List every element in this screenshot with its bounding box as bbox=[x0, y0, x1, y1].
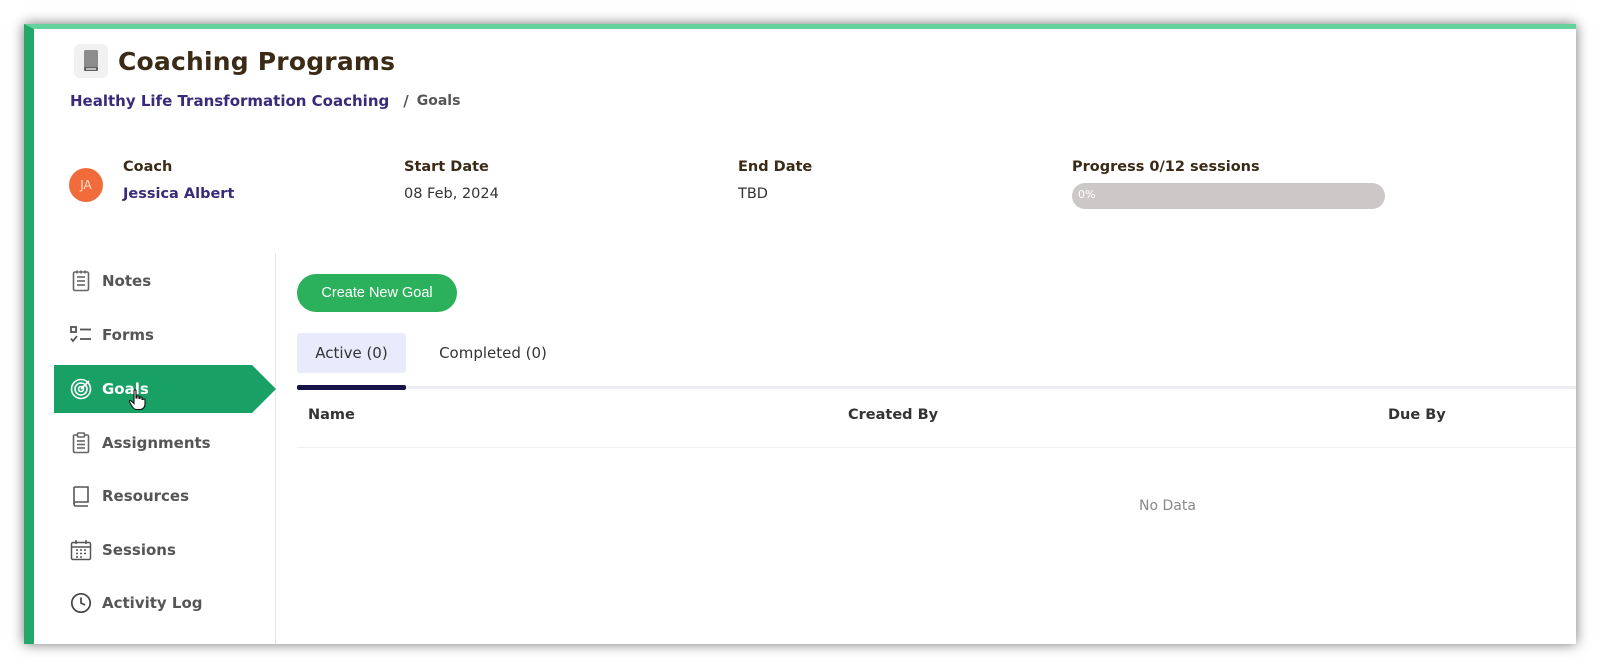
empty-state-text: No Data bbox=[1139, 498, 1196, 514]
tabs-divider bbox=[297, 386, 1576, 389]
app-window: Coaching Programs Healthy Life Transform… bbox=[24, 24, 1576, 644]
coach-info: Coach Jessica Albert bbox=[123, 159, 234, 202]
end-date-info: End Date TBD bbox=[738, 159, 812, 202]
column-header-created-by[interactable]: Created By bbox=[848, 407, 938, 423]
sidebar-item-label: Activity Log bbox=[102, 594, 203, 612]
book-outline-icon bbox=[69, 484, 93, 508]
column-header-due-by[interactable]: Due By bbox=[1388, 407, 1446, 423]
end-date-value: TBD bbox=[738, 186, 768, 202]
breadcrumb: Healthy Life Transformation Coaching / G… bbox=[70, 92, 460, 110]
clipboard-icon bbox=[69, 431, 93, 455]
progress-label: Progress 0/12 sessions bbox=[1072, 159, 1260, 175]
page-header: Coaching Programs bbox=[74, 44, 395, 78]
sidebar-item-goals[interactable]: Goals bbox=[54, 365, 276, 413]
sidebar-item-sessions[interactable]: Sessions bbox=[54, 526, 276, 574]
goal-tabs: Active (0) Completed (0) bbox=[297, 333, 1576, 392]
checklist-icon bbox=[69, 323, 93, 347]
end-date-label: End Date bbox=[738, 159, 813, 175]
breadcrumb-program-link[interactable]: Healthy Life Transformation Coaching bbox=[70, 92, 389, 110]
start-date-label: Start Date bbox=[404, 159, 489, 175]
column-header-name[interactable]: Name bbox=[308, 407, 355, 423]
sidebar-item-assignments[interactable]: Assignments bbox=[54, 419, 276, 467]
sidebar-item-activity-log[interactable]: Activity Log bbox=[54, 579, 276, 627]
active-tab-indicator bbox=[297, 385, 406, 390]
pointer-cursor-icon bbox=[128, 389, 146, 413]
target-icon bbox=[69, 377, 93, 401]
coach-label: Coach bbox=[123, 159, 173, 175]
coach-name-link[interactable]: Jessica Albert bbox=[123, 186, 234, 202]
sidebar-item-label: Resources bbox=[102, 487, 190, 505]
sidebar-item-forms[interactable]: Forms bbox=[54, 311, 276, 359]
progress-percent: 0% bbox=[1078, 188, 1096, 201]
sidebar: Notes Forms Goals Assignments Resources … bbox=[54, 253, 276, 644]
sidebar-item-label: Forms bbox=[102, 326, 154, 344]
sidebar-item-label: Assignments bbox=[102, 434, 211, 452]
book-icon bbox=[74, 44, 108, 78]
sidebar-item-label: Notes bbox=[102, 272, 152, 290]
sidebar-item-resources[interactable]: Resources bbox=[54, 472, 276, 520]
clock-icon bbox=[69, 591, 93, 615]
tab-completed[interactable]: Completed (0) bbox=[421, 333, 565, 373]
start-date-info: Start Date 08 Feb, 2024 bbox=[404, 159, 499, 202]
sidebar-item-label: Sessions bbox=[102, 541, 176, 559]
tab-active[interactable]: Active (0) bbox=[297, 333, 406, 373]
page-title: Coaching Programs bbox=[118, 46, 396, 76]
notes-icon bbox=[69, 269, 93, 293]
avatar: JA bbox=[69, 168, 103, 202]
sidebar-item-notes[interactable]: Notes bbox=[54, 257, 276, 305]
create-new-goal-button[interactable]: Create New Goal bbox=[297, 274, 457, 312]
calendar-icon bbox=[69, 538, 93, 562]
start-date-value: 08 Feb, 2024 bbox=[404, 186, 499, 202]
table-header-divider bbox=[297, 447, 1576, 448]
breadcrumb-current: Goals bbox=[416, 93, 461, 109]
breadcrumb-separator: / bbox=[403, 92, 409, 110]
progress-bar: 0% bbox=[1072, 183, 1385, 209]
progress-info: Progress 0/12 sessions 0% bbox=[1072, 159, 1385, 209]
